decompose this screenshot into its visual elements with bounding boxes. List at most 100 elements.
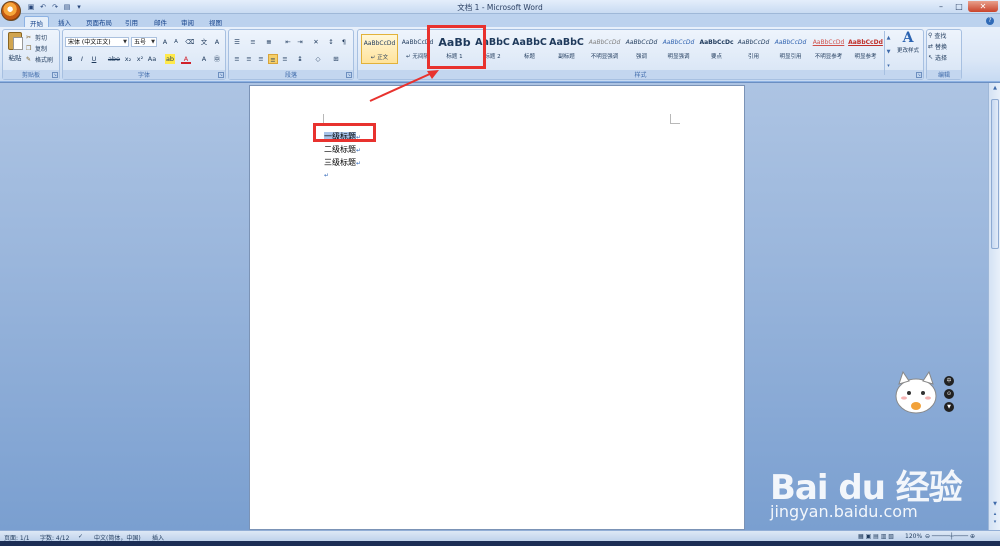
scroll-down-icon[interactable]: ▼ — [990, 501, 1000, 509]
align-center-icon[interactable]: ≡ — [244, 54, 254, 64]
window-controls: – □ ✕ — [932, 1, 998, 12]
show-marks-icon[interactable]: ¶ — [339, 37, 349, 47]
tab-review[interactable]: 审阅 — [176, 16, 199, 27]
style-sample: AaBbCcDd — [588, 39, 621, 46]
office-button[interactable] — [1, 1, 21, 21]
style-sample: AaBbCcDc — [699, 39, 734, 46]
increase-indent-icon[interactable]: ⇥ — [295, 37, 305, 47]
maximize-icon[interactable]: □ — [950, 1, 968, 12]
help-icon[interactable]: ? — [986, 17, 994, 25]
scroll-up-icon[interactable]: ▲ — [990, 85, 1000, 93]
find-button[interactable]: ⚲ 查找 — [928, 31, 946, 40]
font-family-select[interactable]: 宋体 (中文正文) ▼ — [65, 37, 129, 47]
cut-button[interactable]: ✂ 剪切 — [26, 32, 53, 42]
style-sample: AaBbCcDd — [363, 40, 396, 47]
paragraph-launcher[interactable]: ↘ — [346, 72, 352, 78]
spellcheck-icon[interactable]: ✓ — [78, 533, 83, 540]
bullets-icon[interactable]: ☰ — [232, 37, 242, 47]
enclose-char-icon[interactable]: ㊥ — [212, 54, 222, 64]
zoom-slider[interactable]: ⊖ ─────┼──── ⊕ — [925, 533, 975, 540]
style-subtle-emphasis[interactable]: AaBbCcDd 不明显强调 — [586, 34, 623, 64]
style-intense-emphasis[interactable]: AaBbCcDd 明显强调 — [660, 34, 697, 64]
select-icon: ↖ — [928, 54, 934, 61]
underline-button[interactable]: U — [89, 54, 99, 64]
style-strong[interactable]: AaBbCcDc 要点 — [698, 34, 735, 64]
style-emphasis[interactable]: AaBbCcDd 强调 — [623, 34, 660, 64]
clear-formatting-icon[interactable]: ⌫ — [185, 37, 195, 47]
document-page[interactable]: 一级标题↵ 二级标题↵ 三级标题↵ ↵ — [249, 85, 745, 530]
style-intense-quote[interactable]: AaBbCcDd 明显引用 — [772, 34, 809, 64]
side-button-3[interactable]: ▼ — [944, 402, 954, 412]
justify-icon[interactable]: ≡ — [268, 54, 278, 64]
style-sample: AaBbCcDd — [774, 39, 807, 46]
style-sample: AaBbCcDd — [812, 39, 845, 46]
replace-button[interactable]: ⇄ 替换 — [928, 42, 947, 51]
tab-view[interactable]: 视图 — [204, 16, 227, 27]
style-subtitle[interactable]: AaBbC 副标题 — [548, 34, 585, 64]
close-icon[interactable]: ✕ — [968, 1, 998, 12]
multilevel-list-icon[interactable]: ≣ — [264, 37, 274, 47]
doc-line-heading-3[interactable]: 三级标题↵ — [324, 157, 361, 168]
side-button-1[interactable]: 中 — [944, 376, 954, 386]
bold-button[interactable]: B — [65, 54, 75, 64]
doc-line-text: 二级标题 — [324, 145, 356, 154]
tab-page-layout[interactable]: 页面布局 — [81, 16, 117, 27]
font-color-button[interactable]: A — [181, 54, 191, 64]
shading-icon[interactable]: ◇ — [313, 54, 323, 64]
copy-button[interactable]: ❐ 复制 — [26, 43, 53, 53]
styles-launcher[interactable]: ↘ — [916, 72, 922, 78]
view-buttons[interactable]: ▦ ▣ ▤ ▥ ▧ — [858, 533, 894, 540]
next-page-icon[interactable]: ▾ — [990, 519, 1000, 527]
style-name: 强调 — [635, 54, 647, 60]
status-zoom[interactable]: 120% — [905, 533, 922, 540]
grow-font-button[interactable]: A — [160, 37, 170, 47]
doc-line-empty[interactable]: ↵ — [324, 170, 329, 179]
side-button-2[interactable]: ⊙ — [944, 389, 954, 399]
numbering-icon[interactable]: ≡ — [248, 37, 258, 47]
style-intense-reference[interactable]: AaBbCcDd 明显参考 — [847, 34, 884, 64]
select-button[interactable]: ↖ 选择 — [928, 53, 947, 62]
strikethrough-button[interactable]: abe — [107, 54, 121, 64]
sort-icon[interactable]: ↕ — [326, 37, 336, 47]
style-normal[interactable]: AaBbCcDd ↵ 正文 — [361, 34, 398, 64]
cat-mascot-icon — [895, 370, 937, 414]
binoculars-icon: ⚲ — [928, 32, 933, 39]
style-subtle-reference[interactable]: AaBbCcDd 不明显参考 — [810, 34, 847, 64]
subscript-button[interactable]: x₂ — [123, 54, 133, 64]
tab-insert[interactable]: 插入 — [53, 16, 76, 27]
style-gallery-scroll[interactable]: ▲ ▼ ▾ — [884, 31, 892, 75]
format-painter-button[interactable]: ✎ 格式刷 — [26, 54, 53, 64]
style-quote[interactable]: AaBbCcDd 引用 — [735, 34, 772, 64]
phonetic-guide-icon[interactable]: 文 — [199, 37, 209, 47]
doc-line-heading-2[interactable]: 二级标题↵ — [324, 144, 361, 155]
char-shading-icon[interactable]: A — [199, 54, 209, 64]
chinese-layout-icon[interactable]: ✕ — [311, 37, 321, 47]
align-left-icon[interactable]: ≡ — [232, 54, 242, 64]
italic-button[interactable]: I — [77, 54, 87, 64]
shrink-font-button[interactable]: A — [171, 37, 181, 47]
change-styles-button[interactable]: A 更改样式 — [894, 30, 922, 68]
highlight-icon[interactable]: ab — [165, 54, 175, 64]
style-name: 标题 — [523, 54, 535, 60]
ribbon-tabs: 开始 插入 页面布局 引用 邮件 审阅 视图 ? — [0, 14, 1000, 28]
distributed-icon[interactable]: ≡ — [280, 54, 290, 64]
scroll-thumb[interactable] — [991, 99, 999, 249]
decrease-indent-icon[interactable]: ⇤ — [283, 37, 293, 47]
superscript-button[interactable]: x² — [135, 54, 145, 64]
align-right-icon[interactable]: ≡ — [256, 54, 266, 64]
change-case-button[interactable]: Aa — [147, 54, 157, 64]
tab-references[interactable]: 引用 — [120, 16, 143, 27]
tab-home[interactable]: 开始 — [24, 16, 49, 28]
font-launcher[interactable]: ↘ — [218, 72, 224, 78]
tab-mailings[interactable]: 邮件 — [149, 16, 172, 27]
char-border-icon[interactable]: A — [212, 37, 222, 47]
minimize-icon[interactable]: – — [932, 1, 950, 12]
borders-icon[interactable]: ⊞ — [331, 54, 341, 64]
style-name: 不明显参考 — [814, 54, 843, 60]
clipboard-launcher[interactable]: ↘ — [52, 72, 58, 78]
font-size-select[interactable]: 五号 ▼ — [131, 37, 157, 47]
style-title[interactable]: AaBbC 标题 — [511, 34, 548, 64]
paste-button[interactable]: 粘贴 — [6, 32, 24, 68]
prev-page-icon[interactable]: ▴ — [990, 511, 1000, 519]
line-spacing-icon[interactable]: ↨ — [295, 54, 305, 64]
